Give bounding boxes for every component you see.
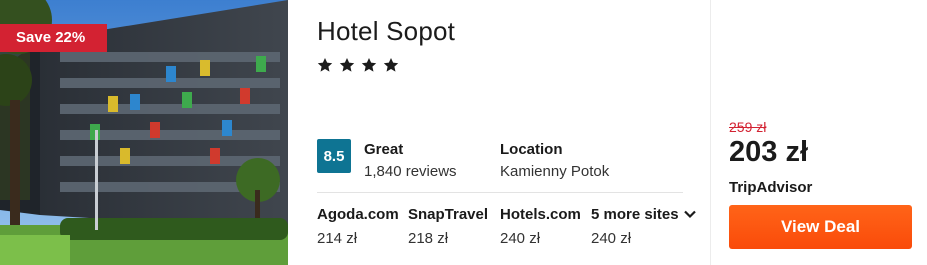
- star-rating: [317, 57, 399, 73]
- star-icon: [383, 58, 399, 72]
- site-offer-agoda[interactable]: Agoda.com 214 zł: [317, 206, 399, 247]
- hotel-info: Hotel Sopot 8.5 Great 1,840 reviews Loca…: [288, 0, 710, 265]
- site-price: 240 zł: [500, 230, 541, 247]
- divider: [317, 192, 683, 193]
- more-sites-dropdown[interactable]: 5 more sites 240 zł: [591, 206, 696, 247]
- site-name: SnapTravel: [408, 206, 489, 223]
- more-sites-label: 5 more sites: [591, 206, 679, 223]
- hotel-photo[interactable]: Save 22%: [0, 0, 288, 265]
- site-name: Hotels.com: [500, 206, 581, 223]
- site-name: Agoda.com: [317, 206, 399, 223]
- deal-panel: 259 zł 203 zł TripAdvisor View Deal: [710, 0, 927, 265]
- site-price: 240 zł: [591, 230, 632, 247]
- star-icon: [339, 58, 355, 72]
- hotel-name[interactable]: Hotel Sopot: [317, 16, 455, 47]
- site-price: 218 zł: [408, 230, 449, 247]
- location-label: Location: [500, 141, 563, 158]
- site-price: 214 zł: [317, 230, 358, 247]
- original-price: 259 zł: [729, 119, 767, 135]
- review-count[interactable]: 1,840 reviews: [364, 163, 457, 180]
- review-score-badge: 8.5: [317, 139, 351, 173]
- rating-label: Great: [364, 141, 404, 158]
- star-icon: [361, 58, 377, 72]
- deal-price: 203 zł: [729, 136, 808, 168]
- more-sites-toggle[interactable]: 5 more sites: [591, 206, 696, 223]
- location-value[interactable]: Kamienny Potok: [500, 163, 609, 180]
- deal-provider: TripAdvisor: [729, 179, 813, 196]
- hotel-card: Save 22% Hotel Sopot 8.5 Great 1,840 rev…: [0, 0, 927, 265]
- view-deal-button[interactable]: View Deal: [729, 205, 912, 249]
- site-offer-hotels[interactable]: Hotels.com 240 zł: [500, 206, 581, 247]
- discount-badge: Save 22%: [0, 24, 107, 52]
- chevron-down-icon: [683, 210, 696, 219]
- star-icon: [317, 58, 333, 72]
- site-offer-snaptravel[interactable]: SnapTravel 218 zł: [408, 206, 488, 247]
